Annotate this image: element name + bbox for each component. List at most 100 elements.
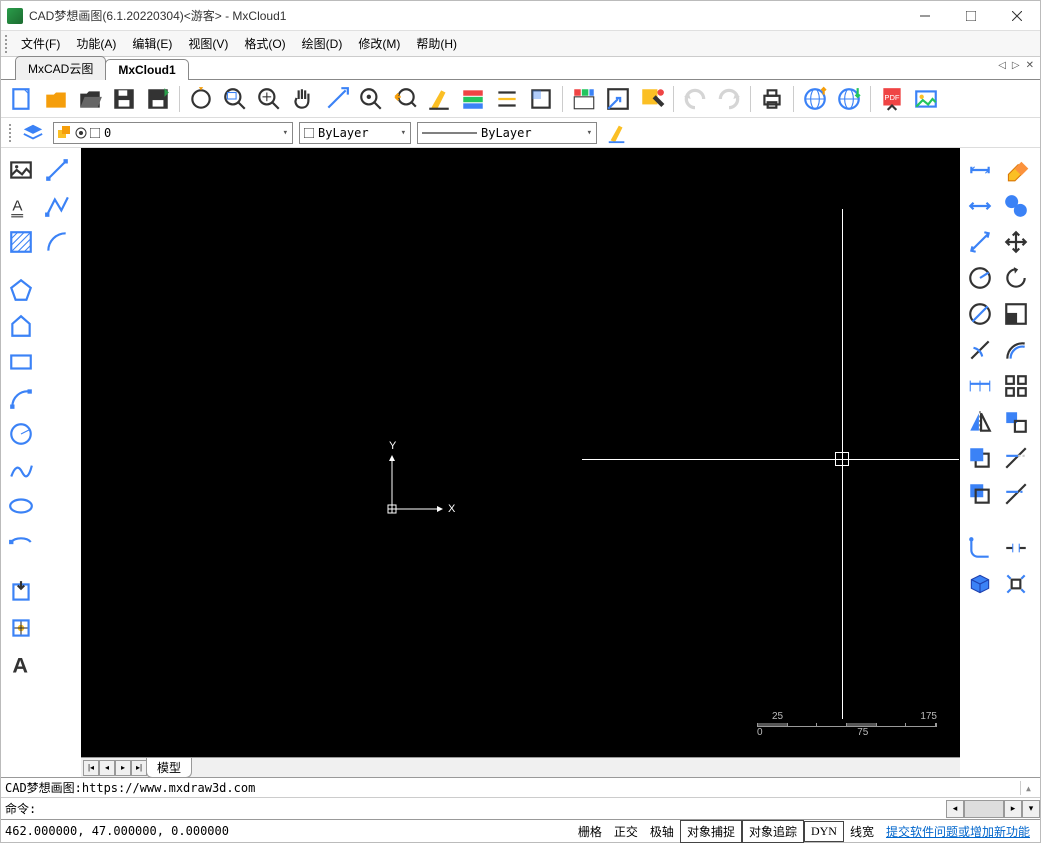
pan-button[interactable] bbox=[286, 82, 320, 116]
layout-first-button[interactable]: |◂ bbox=[83, 760, 99, 776]
save-as-button[interactable] bbox=[141, 82, 175, 116]
menu-edit[interactable]: 编辑(E) bbox=[124, 32, 180, 55]
zoom-window-button[interactable] bbox=[218, 82, 252, 116]
view-3d-button[interactable] bbox=[962, 566, 998, 602]
web-upload-button[interactable] bbox=[798, 82, 832, 116]
text-A-button[interactable]: A bbox=[3, 646, 39, 682]
menu-modify[interactable]: 修改(M) bbox=[350, 32, 408, 55]
move-button[interactable] bbox=[998, 224, 1034, 260]
circle-button[interactable] bbox=[3, 416, 39, 452]
menu-draw[interactable]: 绘图(D) bbox=[294, 32, 351, 55]
maximize-button[interactable] bbox=[948, 1, 994, 30]
doc-tab-1[interactable]: MxCAD云图 bbox=[15, 56, 106, 80]
break-button[interactable] bbox=[998, 530, 1034, 566]
color-selector[interactable]: ByLayer ▾ bbox=[299, 122, 411, 144]
insert-image-button[interactable] bbox=[3, 152, 39, 188]
array-button[interactable] bbox=[998, 368, 1034, 404]
grid-toggle[interactable]: 栅格 bbox=[572, 821, 608, 842]
menu-file[interactable]: 文件(F) bbox=[13, 32, 68, 55]
text-button[interactable]: A bbox=[3, 188, 39, 224]
tab-scroll-left-icon[interactable]: ◁ bbox=[996, 60, 1008, 71]
front-button[interactable] bbox=[962, 440, 998, 476]
zoom-dynamic-button[interactable] bbox=[320, 82, 354, 116]
lineweight-toggle[interactable]: 线宽 bbox=[844, 821, 880, 842]
cmd-scroll-down-button[interactable]: ▾ bbox=[1022, 800, 1040, 818]
match-properties-button[interactable] bbox=[603, 121, 631, 145]
print-button[interactable] bbox=[755, 82, 789, 116]
otrack-toggle[interactable]: 对象追踪 bbox=[742, 820, 804, 843]
block-insert-button[interactable] bbox=[3, 574, 39, 610]
polar-toggle[interactable]: 极轴 bbox=[644, 821, 680, 842]
sheet-button[interactable] bbox=[524, 82, 558, 116]
cmd-scroll-up-icon[interactable]: ▴ bbox=[1020, 781, 1036, 795]
new-file-button[interactable] bbox=[5, 82, 39, 116]
polygon-button[interactable] bbox=[3, 272, 39, 308]
fillet-button[interactable] bbox=[962, 530, 998, 566]
trim-button[interactable] bbox=[998, 440, 1034, 476]
cmd-scroll-thumb[interactable] bbox=[964, 800, 1004, 818]
offset-button[interactable] bbox=[998, 332, 1034, 368]
zoom-center-button[interactable] bbox=[354, 82, 388, 116]
export-pdf-button[interactable]: PDF bbox=[875, 82, 909, 116]
layer-tools-button[interactable] bbox=[635, 82, 669, 116]
minimize-button[interactable] bbox=[902, 1, 948, 30]
erase-button[interactable] bbox=[998, 152, 1034, 188]
command-line[interactable]: 命令: ◂ ▸ ▾ bbox=[1, 798, 1040, 820]
explode-button[interactable] bbox=[998, 566, 1034, 602]
dim-radius-button[interactable] bbox=[962, 260, 998, 296]
dim-aligned-button[interactable] bbox=[962, 188, 998, 224]
zoom-rotate-button[interactable] bbox=[184, 82, 218, 116]
cmd-scroll-right-button[interactable]: ▸ bbox=[1004, 800, 1022, 818]
doc-tab-2[interactable]: MxCloud1 bbox=[105, 59, 188, 80]
drawing-canvas[interactable]: X Y 25 175 0 75 bbox=[81, 148, 960, 757]
menu-format[interactable]: 格式(O) bbox=[236, 32, 293, 55]
model-tab[interactable]: 模型 bbox=[146, 758, 192, 778]
pentagon-button[interactable] bbox=[3, 308, 39, 344]
block-create-button[interactable] bbox=[3, 610, 39, 646]
layer-selector[interactable]: 0 ▾ bbox=[53, 122, 293, 144]
copy-button[interactable] bbox=[998, 188, 1034, 224]
osnap-toggle[interactable]: 对象捕捉 bbox=[680, 820, 742, 843]
ortho-toggle[interactable]: 正交 bbox=[608, 821, 644, 842]
scale-button[interactable] bbox=[998, 296, 1034, 332]
ellipse-arc-button[interactable] bbox=[3, 524, 39, 560]
tab-scroll-right-icon[interactable]: ▷ bbox=[1010, 60, 1022, 71]
undo-button[interactable] bbox=[678, 82, 712, 116]
open-file-button[interactable] bbox=[73, 82, 107, 116]
list-button[interactable] bbox=[490, 82, 524, 116]
properties-button[interactable] bbox=[456, 82, 490, 116]
dim-diameter-button[interactable] bbox=[962, 296, 998, 332]
layout-last-button[interactable]: ▸| bbox=[131, 760, 147, 776]
redo-button[interactable] bbox=[712, 82, 746, 116]
linetype-selector[interactable]: ByLayer ▾ bbox=[417, 122, 597, 144]
polyline-button[interactable] bbox=[39, 188, 75, 224]
tab-close-icon[interactable]: ✕ bbox=[1024, 60, 1036, 71]
layout-prev-button[interactable]: ◂ bbox=[99, 760, 115, 776]
menu-help[interactable]: 帮助(H) bbox=[408, 32, 465, 55]
arc-button[interactable] bbox=[39, 224, 75, 260]
arc-3pt-button[interactable] bbox=[3, 380, 39, 416]
cmd-scroll-left-button[interactable]: ◂ bbox=[946, 800, 964, 818]
rectangle-button[interactable] bbox=[3, 344, 39, 380]
dim-continue-button[interactable] bbox=[962, 368, 998, 404]
open-cloud-button[interactable] bbox=[39, 82, 73, 116]
zoom-previous-button[interactable] bbox=[388, 82, 422, 116]
dyn-toggle[interactable]: DYN bbox=[804, 821, 844, 842]
hatch-button[interactable] bbox=[3, 224, 39, 260]
color-palette-button[interactable] bbox=[567, 82, 601, 116]
rotate-button[interactable] bbox=[998, 260, 1034, 296]
menu-function[interactable]: 功能(A) bbox=[68, 32, 124, 55]
extend-button[interactable] bbox=[998, 476, 1034, 512]
dim-angular-button[interactable] bbox=[962, 224, 998, 260]
align-button[interactable] bbox=[998, 404, 1034, 440]
highlight-button[interactable] bbox=[422, 82, 456, 116]
save-button[interactable] bbox=[107, 82, 141, 116]
close-button[interactable] bbox=[994, 1, 1040, 30]
web-download-button[interactable] bbox=[832, 82, 866, 116]
zoom-extents-button[interactable] bbox=[252, 82, 286, 116]
feedback-link[interactable]: 提交软件问题或增加新功能 bbox=[880, 821, 1036, 842]
layer-manager-button[interactable] bbox=[19, 121, 47, 145]
back-button[interactable] bbox=[962, 476, 998, 512]
menu-view[interactable]: 视图(V) bbox=[180, 32, 236, 55]
select-all-button[interactable] bbox=[601, 82, 635, 116]
